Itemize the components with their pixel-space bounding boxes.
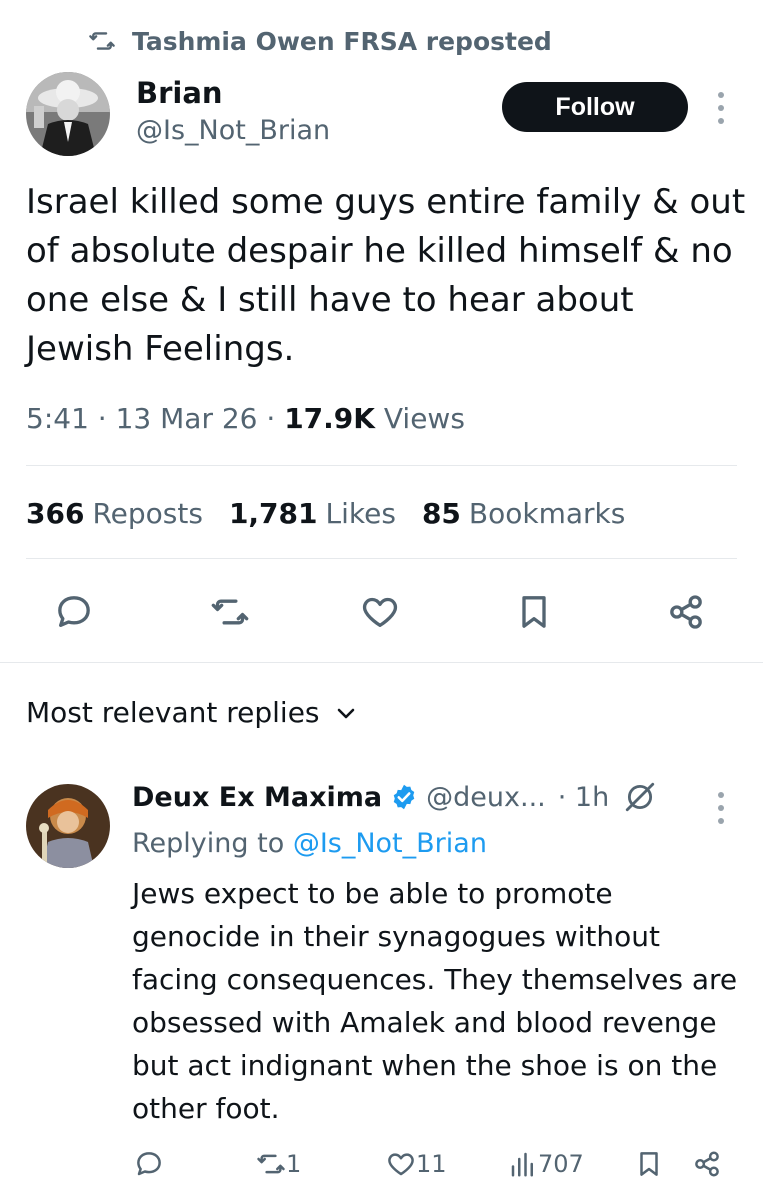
tweet-actions: [0, 590, 763, 634]
views-icon: [511, 1152, 533, 1177]
reply-time[interactable]: · 1h: [558, 782, 609, 813]
tweet-date[interactable]: 13 Mar 26: [116, 402, 258, 435]
tweet-text: Israel killed some guys entire family & …: [26, 182, 746, 369]
reply-author-name[interactable]: Deux Ex Maxima: [132, 782, 382, 813]
share-button[interactable]: [664, 590, 708, 634]
views-label: Views: [383, 402, 465, 435]
reply-views-button[interactable]: 707: [508, 1146, 584, 1182]
like-icon: [362, 597, 398, 627]
tweet-meta: 5:41 · 13 Mar 26 · 17.9K Views: [26, 402, 465, 435]
more-icon[interactable]: [712, 92, 730, 124]
author-name[interactable]: Brian: [136, 76, 223, 110]
repost-icon: [257, 1154, 285, 1174]
replying-to-handle[interactable]: @Is_Not_Brian: [293, 828, 487, 859]
replies-header-label: Most relevant replies: [26, 696, 320, 729]
grok-icon[interactable]: [623, 780, 657, 814]
reply-button[interactable]: [52, 590, 96, 634]
tweet-time[interactable]: 5:41: [26, 402, 89, 435]
like-button[interactable]: [358, 590, 402, 634]
bookmark-icon: [640, 1152, 658, 1176]
share-icon: [695, 1151, 719, 1177]
author-handle[interactable]: @Is_Not_Brian: [136, 115, 330, 146]
reply-repost-button[interactable]: 1: [256, 1146, 301, 1182]
divider: [0, 662, 763, 663]
reply-more-icon[interactable]: [712, 792, 730, 824]
reply-bookmark-button[interactable]: [634, 1146, 664, 1182]
likes-stat[interactable]: 1,781 Likes: [229, 497, 396, 530]
repost-button[interactable]: [208, 590, 252, 634]
divider: [26, 558, 737, 559]
reply-icon: [58, 596, 90, 627]
reply-share-button[interactable]: [692, 1146, 722, 1182]
share-icon: [670, 595, 702, 629]
reposts-stat[interactable]: 366 Reposts: [26, 497, 203, 530]
replies-sort-dropdown[interactable]: Most relevant replies: [26, 696, 358, 729]
replying-to: Replying to @Is_Not_Brian: [132, 828, 487, 859]
bookmarks-stat[interactable]: 85 Bookmarks: [422, 497, 625, 530]
author-avatar[interactable]: [26, 72, 110, 156]
reply-text: Jews expect to be able to promote genoci…: [132, 877, 738, 1125]
reply-likes-count: 11: [416, 1150, 447, 1178]
like-icon: [388, 1153, 414, 1176]
reply-like-button[interactable]: 11: [386, 1146, 447, 1182]
chevron-down-icon: [337, 708, 354, 718]
reply-icon: [137, 1152, 161, 1176]
repost-banner[interactable]: Tashmia Owen FRSA reposted: [88, 24, 552, 58]
reply-header: Deux Ex Maxima @deux... · 1h: [132, 780, 657, 814]
bookmark-icon: [522, 596, 546, 628]
reply-views-count: 707: [538, 1150, 584, 1178]
reply-reply-button[interactable]: [134, 1146, 164, 1182]
reply-author-avatar[interactable]: [26, 784, 110, 868]
follow-button[interactable]: Follow: [502, 82, 688, 132]
repost-icon: [89, 32, 115, 50]
tweet-stats: 366 Reposts 1,781 Likes 85 Bookmarks: [26, 497, 625, 530]
verified-icon: [393, 784, 415, 810]
reply-author-handle[interactable]: @deux...: [426, 782, 546, 813]
replying-to-prefix: Replying to: [132, 828, 285, 859]
divider: [26, 465, 737, 466]
repost-banner-text: Tashmia Owen FRSA reposted: [132, 26, 552, 56]
bookmark-button[interactable]: [512, 590, 556, 634]
reply-reposts-count: 1: [286, 1150, 302, 1178]
views-count: 17.9K: [284, 402, 375, 435]
repost-icon: [211, 599, 249, 625]
reply-actions: 1 11 707: [0, 1146, 763, 1182]
